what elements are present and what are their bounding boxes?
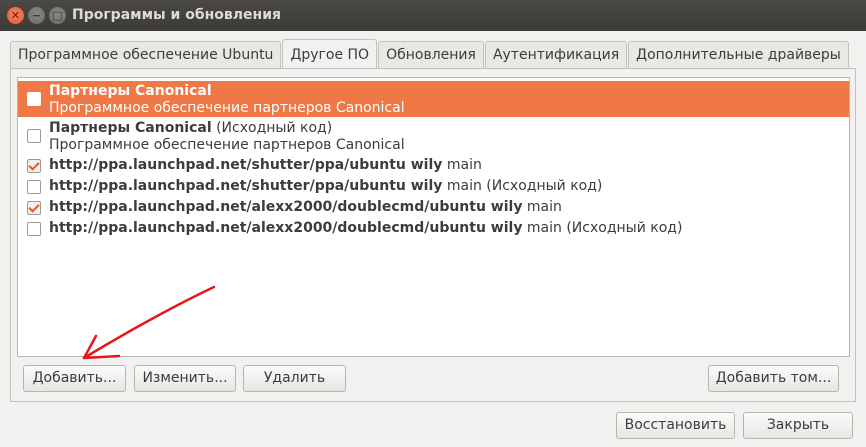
- tab-additional-drivers[interactable]: Дополнительные драйверы: [628, 41, 849, 68]
- window-maximize-button[interactable]: □: [49, 7, 66, 24]
- tab-bar: Программное обеспечение Ubuntu Другое ПО…: [10, 39, 850, 69]
- source-row[interactable]: http://ppa.launchpad.net/alexx2000/doubl…: [18, 219, 849, 240]
- source-row[interactable]: http://ppa.launchpad.net/alexx2000/doubl…: [18, 198, 849, 219]
- source-title: http://ppa.launchpad.net/alexx2000/doubl…: [49, 220, 682, 236]
- source-row[interactable]: http://ppa.launchpad.net/shutter/ppa/ubu…: [18, 156, 849, 177]
- source-title: http://ppa.launchpad.net/shutter/ppa/ubu…: [49, 157, 482, 173]
- source-name: Партнеры Canonical: [49, 83, 212, 99]
- window-minimize-button[interactable]: −: [28, 7, 45, 24]
- source-row[interactable]: http://ppa.launchpad.net/shutter/ppa/ubu…: [18, 177, 849, 198]
- source-checkbox[interactable]: [27, 222, 41, 236]
- title-bar: ✕ − □ Программы и обновления: [0, 0, 866, 31]
- source-name: http://ppa.launchpad.net/alexx2000/doubl…: [49, 220, 523, 236]
- source-checkbox[interactable]: [27, 159, 41, 173]
- source-checkbox[interactable]: [27, 129, 41, 143]
- source-suffix: main: [442, 157, 482, 173]
- edit-source-button[interactable]: Изменить...: [134, 365, 236, 392]
- source-title: http://ppa.launchpad.net/alexx2000/doubl…: [49, 199, 562, 215]
- source-subtitle: Программное обеспечение партнеров Canoni…: [49, 137, 405, 153]
- source-name: http://ppa.launchpad.net/shutter/ppa/ubu…: [49, 178, 443, 194]
- source-title: Партнеры Canonical (Исходный код): [49, 120, 332, 136]
- source-title: http://ppa.launchpad.net/shutter/ppa/ubu…: [49, 178, 602, 194]
- source-row[interactable]: Партнеры Canonical (Исходный код) Програ…: [18, 118, 849, 154]
- sources-list[interactable]: Партнеры Canonical Программное обеспечен…: [17, 77, 850, 357]
- source-title: Партнеры Canonical: [49, 83, 212, 99]
- tab-updates[interactable]: Обновления: [378, 41, 484, 68]
- revert-button[interactable]: Восстановить: [616, 412, 735, 439]
- add-volume-button[interactable]: Добавить том...: [708, 365, 839, 392]
- source-suffix: main (Исходный код): [442, 178, 603, 194]
- tab-authentication[interactable]: Аутентификация: [484, 41, 628, 68]
- window-title: Программы и обновления: [72, 7, 282, 23]
- source-name: http://ppa.launchpad.net/shutter/ppa/ubu…: [49, 157, 443, 173]
- add-source-button[interactable]: Добавить...: [23, 365, 126, 392]
- source-subtitle: Программное обеспечение партнеров Canoni…: [49, 100, 405, 116]
- source-suffix: main: [522, 199, 562, 215]
- remove-source-button[interactable]: Удалить: [243, 365, 346, 392]
- source-suffix: main (Исходный код): [522, 220, 683, 236]
- source-checkbox[interactable]: [27, 201, 41, 215]
- tab-ubuntu-software[interactable]: Программное обеспечение Ubuntu: [10, 41, 282, 68]
- source-checkbox[interactable]: [27, 92, 41, 106]
- window-close-button[interactable]: ✕: [7, 7, 24, 24]
- source-checkbox[interactable]: [27, 180, 41, 194]
- source-row[interactable]: Партнеры Canonical Программное обеспечен…: [18, 81, 849, 117]
- close-button[interactable]: Закрыть: [743, 412, 853, 439]
- tab-other-software[interactable]: Другое ПО: [282, 39, 378, 68]
- source-name: http://ppa.launchpad.net/alexx2000/doubl…: [49, 199, 523, 215]
- source-name: Партнеры Canonical: [49, 120, 212, 136]
- source-suffix: (Исходный код): [211, 120, 333, 136]
